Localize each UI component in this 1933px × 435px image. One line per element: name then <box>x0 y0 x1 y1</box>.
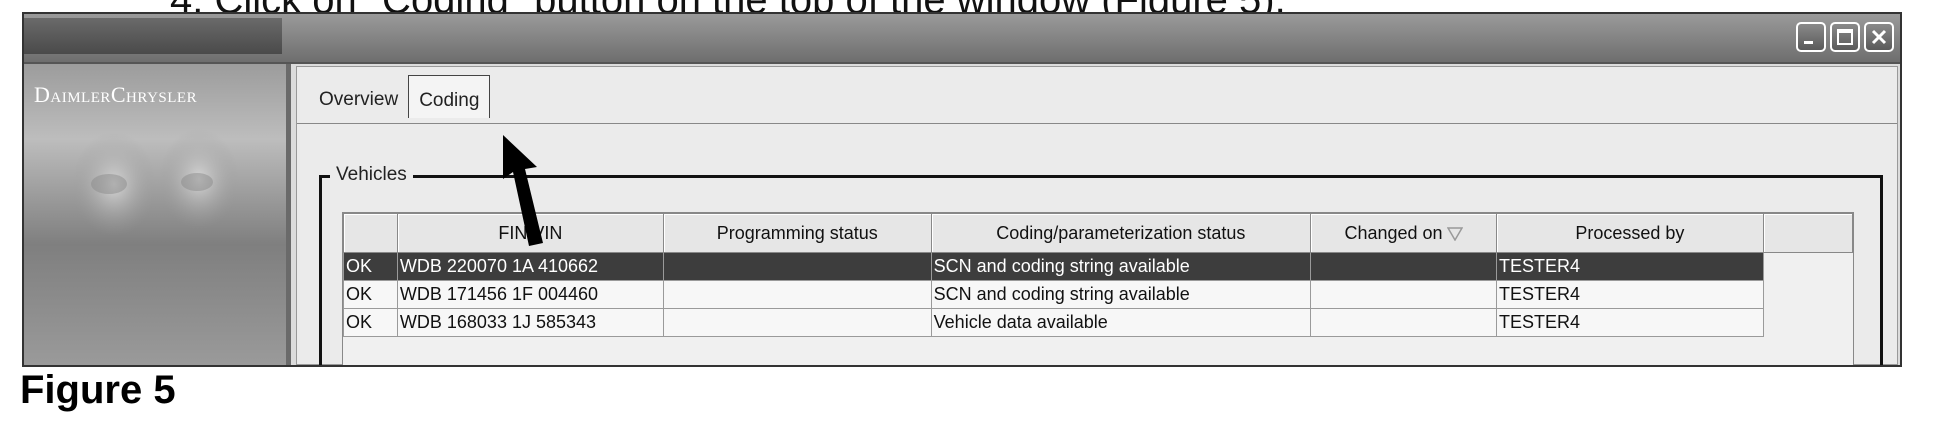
sort-descending-icon <box>1446 227 1463 241</box>
tab-overview[interactable]: Overview <box>309 81 408 118</box>
cell-state: OK <box>343 252 398 281</box>
column-header-state[interactable] <box>343 213 398 253</box>
cell-vin: WDB 171456 1F 004460 <box>396 280 664 309</box>
window-controls <box>1796 22 1894 52</box>
cell-processed-by: TESTER4 <box>1496 280 1764 309</box>
cell-filler <box>1763 309 1852 337</box>
cell-programming-status <box>662 308 932 337</box>
column-header-changed-on-label: Changed on <box>1344 222 1443 243</box>
table-row[interactable]: OK WDB 168033 1J 585343 Vehicle data ava… <box>343 308 1853 337</box>
cell-coding-status: Vehicle data available <box>930 308 1312 337</box>
tab-overview-label: Overview <box>319 89 399 110</box>
table-header-row: FIN/VIN Programming status Coding/parame… <box>343 213 1854 253</box>
cell-state: OK <box>343 308 398 337</box>
cell-filler <box>1763 281 1852 309</box>
tab-bar: Overview Coding <box>309 75 491 118</box>
cell-processed-by: TESTER4 <box>1496 252 1764 281</box>
cell-state: OK <box>343 280 398 309</box>
cell-programming-status <box>662 252 932 281</box>
table-row[interactable]: OK WDB 220070 1A 410662 SCN and coding s… <box>343 252 1853 281</box>
vehicles-group-label: Vehicles <box>330 164 413 186</box>
pointer-arrow-icon <box>503 135 543 246</box>
app-window: DaimlerChrysler Overview Coding Vehicles <box>22 12 1902 367</box>
minimize-icon[interactable] <box>1796 22 1826 52</box>
column-header-coding-status[interactable]: Coding/parameterization status <box>930 213 1312 253</box>
cell-changed-on <box>1309 252 1498 281</box>
maximize-icon[interactable] <box>1830 22 1860 52</box>
title-bar[interactable] <box>24 14 1900 64</box>
vehicles-table: FIN/VIN Programming status Coding/parame… <box>343 213 1854 337</box>
cell-vin: WDB 220070 1A 410662 <box>396 252 664 281</box>
cell-processed-by: TESTER4 <box>1496 308 1764 337</box>
column-header-filler <box>1762 213 1854 253</box>
vehicles-table-container[interactable]: FIN/VIN Programming status Coding/parame… <box>342 212 1854 365</box>
sidebar: DaimlerChrysler <box>24 64 291 365</box>
founders-portrait-image <box>72 129 239 236</box>
column-header-changed-on[interactable]: Changed on <box>1309 213 1498 253</box>
cell-vin: WDB 168033 1J 585343 <box>396 308 664 337</box>
daimlerchrysler-logo: DaimlerChrysler <box>34 82 198 107</box>
figure-caption: Figure 5 <box>20 368 176 412</box>
tab-coding-label: Coding <box>419 90 480 111</box>
title-bar-dark-segment <box>24 18 282 54</box>
tab-coding[interactable]: Coding <box>408 75 491 118</box>
column-header-programming-status[interactable]: Programming status <box>662 213 932 253</box>
cell-changed-on <box>1309 280 1498 309</box>
cell-coding-status: SCN and coding string available <box>930 252 1312 281</box>
tab-divider <box>297 123 1897 124</box>
table-row[interactable]: OK WDB 171456 1F 004460 SCN and coding s… <box>343 280 1853 309</box>
cell-changed-on <box>1309 308 1498 337</box>
column-header-processed-by[interactable]: Processed by <box>1496 213 1764 253</box>
cell-programming-status <box>662 280 932 309</box>
cell-filler <box>1763 253 1852 281</box>
close-icon[interactable] <box>1864 22 1894 52</box>
cell-coding-status: SCN and coding string available <box>930 280 1312 309</box>
